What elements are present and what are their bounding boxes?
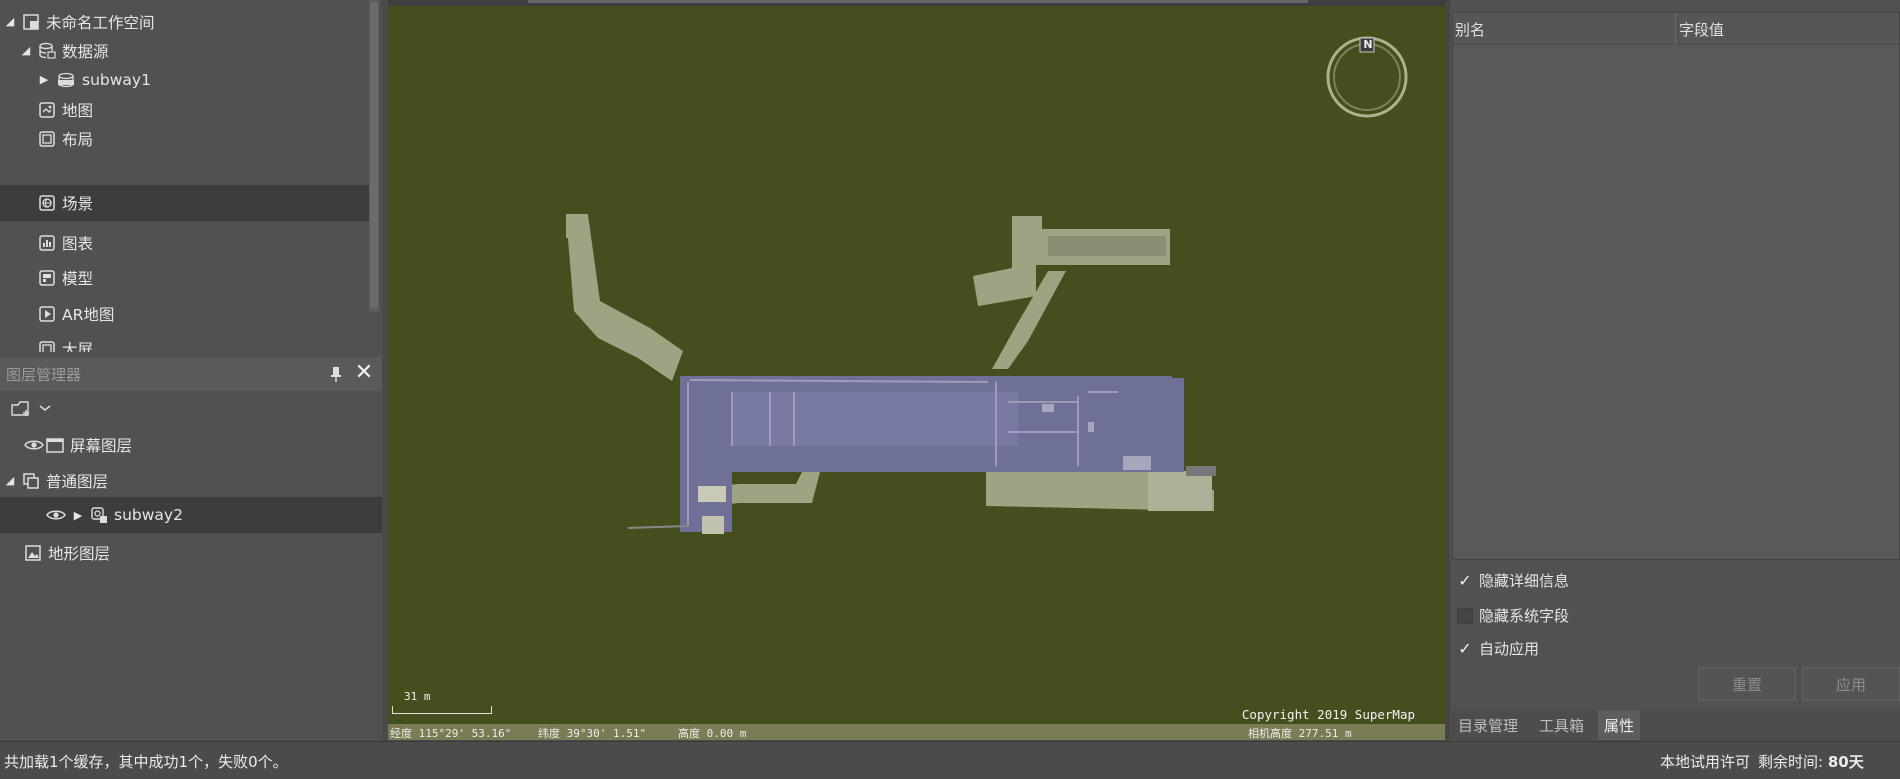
tree-scrollbar-thumb[interactable] <box>370 2 378 308</box>
remaining-time-label: 剩余时间: <box>1758 753 1824 771</box>
column-separator[interactable] <box>1675 13 1676 45</box>
hide-system-fields-checkbox[interactable]: 隐藏系统字段 <box>1457 605 1569 626</box>
close-icon[interactable]: ✕ <box>352 361 376 385</box>
layer-item-terrain[interactable]: 地形图层 <box>24 535 110 570</box>
database-icon <box>58 72 74 87</box>
checkmark-icon[interactable]: ✓ <box>1457 639 1473 658</box>
apply-button[interactable]: 应用 <box>1802 667 1900 701</box>
tree-item-label: 未命名工作空间 <box>46 13 155 32</box>
layer-toolbar <box>0 393 382 423</box>
status-message: 共加载1个缓存，其中成功1个，失败0个。 <box>4 753 288 771</box>
layer-item-screen[interactable]: 屏幕图层 <box>24 427 132 462</box>
license-status: 本地试用许可 <box>1660 753 1751 771</box>
tab-toolbox[interactable]: 工具箱 <box>1533 710 1590 740</box>
layer-item-label: 屏幕图层 <box>70 436 133 455</box>
pin-icon[interactable] <box>325 363 347 385</box>
scene-status-line: 经度 115°29' 53.16" 纬度 39°30' 1.51" 高度 0.0… <box>388 724 1445 740</box>
layer-item-label: 普通图层 <box>46 472 109 491</box>
screen-icon <box>39 340 55 352</box>
camera-height-readout: 相机高度 277.51 m <box>1248 727 1352 740</box>
datasource-icon <box>39 42 56 59</box>
tree-item-label: 数据源 <box>62 42 109 61</box>
scale-bar: 31 m <box>392 690 492 716</box>
tree-item-label: 场景 <box>62 195 94 213</box>
eye-icon[interactable] <box>24 438 44 452</box>
auto-apply-checkbox[interactable]: ✓ 自动应用 <box>1457 638 1539 659</box>
ar-map-icon <box>39 305 55 322</box>
collapsed-icon[interactable]: ▶ <box>72 509 84 522</box>
scene-icon <box>39 195 55 211</box>
tree-item-label: 大屏 <box>62 340 94 353</box>
status-bar: 共加载1个缓存，其中成功1个，失败0个。 本地试用许可 剩余时间: 80天 <box>0 741 1900 779</box>
layout-icon <box>39 130 55 147</box>
layer-manager-header: 图层管理器 ✕ <box>0 357 382 391</box>
tree-item-label: 布局 <box>62 130 94 149</box>
expanded-icon[interactable]: ◢ <box>4 15 16 28</box>
tree-item-screen[interactable]: 大屏 <box>20 331 369 352</box>
checkmark-icon[interactable]: ✓ <box>1457 571 1473 590</box>
app-window: ◢ 未命名工作空间 ◢ 数据源 ▶ subway1 地图 布局 场景 图表 模型… <box>0 0 1900 779</box>
expanded-icon[interactable]: ◢ <box>20 44 32 57</box>
tree-item-ar-map[interactable]: AR地图 <box>20 296 369 331</box>
compass[interactable]: N <box>1324 34 1410 120</box>
layer-item-label: subway2 <box>114 506 183 524</box>
tree-item-label: AR地图 <box>62 305 115 324</box>
tree-item-label: subway1 <box>82 70 151 89</box>
collapsed-icon[interactable]: ▶ <box>38 73 50 86</box>
screen-layer-icon <box>46 437 64 453</box>
workspace-tree: ◢ 未命名工作空间 ◢ 数据源 ▶ subway1 地图 布局 场景 图表 模型… <box>0 4 372 352</box>
scale-line <box>392 706 492 714</box>
attribute-grid[interactable]: 别名 字段值 <box>1452 12 1900 560</box>
tab-properties[interactable]: 属性 <box>1598 710 1641 740</box>
copyright-text: Copyright 2019 SuperMap <box>1241 707 1415 722</box>
layer-list: 屏幕图层 ◢ 普通图层 ▶ subway2 地形图层 <box>0 425 382 595</box>
layer-item-label: 地形图层 <box>48 544 111 563</box>
workspace-icon <box>23 13 39 30</box>
model-icon <box>39 269 55 286</box>
column-header-alias[interactable]: 别名 <box>1455 19 1485 40</box>
add-layer-icon[interactable] <box>10 399 32 419</box>
left-panel: ◢ 未命名工作空间 ◢ 数据源 ▶ subway1 地图 布局 场景 图表 模型… <box>0 0 382 740</box>
eye-icon[interactable] <box>46 508 66 522</box>
hide-details-checkbox[interactable]: ✓ 隐藏详细信息 <box>1457 570 1569 591</box>
terrain-layer-icon <box>25 544 41 561</box>
tree-item-scene[interactable]: 场景 <box>0 185 369 221</box>
right-tab-bar: 目录管理 工具箱 属性 <box>1450 710 1900 740</box>
normal-layer-icon <box>23 472 39 489</box>
map-icon <box>39 101 55 118</box>
tree-item-chart[interactable]: 图表 <box>20 225 369 260</box>
subway-model[interactable] <box>388 6 1445 740</box>
checkbox-label: 隐藏系统字段 <box>1479 607 1570 625</box>
tree-item-label: 图表 <box>62 234 94 253</box>
checkbox-label: 自动应用 <box>1479 640 1540 658</box>
cache-layer-icon <box>91 507 107 523</box>
tree-item-layout[interactable]: 布局 <box>20 121 369 156</box>
layer-item-normal[interactable]: ◢ 普通图层 <box>4 463 108 498</box>
expanded-icon[interactable]: ◢ <box>4 474 16 487</box>
layer-manager-title: 图层管理器 <box>6 365 82 384</box>
tree-item-label: 地图 <box>62 101 94 120</box>
tab-catalog[interactable]: 目录管理 <box>1452 710 1524 740</box>
tree-item-model[interactable]: 模型 <box>20 260 369 295</box>
compass-north-label: N <box>1363 38 1373 51</box>
remaining-time: 剩余时间: 80天 <box>1758 751 1864 772</box>
chart-icon <box>39 234 55 251</box>
column-header-value[interactable]: 字段值 <box>1679 19 1724 40</box>
checkbox-box[interactable] <box>1457 607 1473 624</box>
chevron-down-icon[interactable] <box>38 403 52 413</box>
layer-item-subway2[interactable]: ▶ subway2 <box>0 497 382 533</box>
attribute-grid-header: 别名 字段值 <box>1453 13 1899 45</box>
remaining-time-value: 80天 <box>1827 753 1864 771</box>
scale-label: 31 m <box>404 690 431 703</box>
tree-item-label: 模型 <box>62 269 94 288</box>
scene-view[interactable]: N 31 m Copyright 2019 SuperMap 经度 115°29… <box>388 6 1445 740</box>
latitude-readout: 纬度 39°30' 1.51" <box>538 727 647 740</box>
altitude-readout: 高度 0.00 m <box>678 727 747 740</box>
checkbox-label: 隐藏详细信息 <box>1479 572 1570 590</box>
longitude-readout: 经度 115°29' 53.16" <box>390 727 512 740</box>
reset-button[interactable]: 重置 <box>1698 667 1796 701</box>
